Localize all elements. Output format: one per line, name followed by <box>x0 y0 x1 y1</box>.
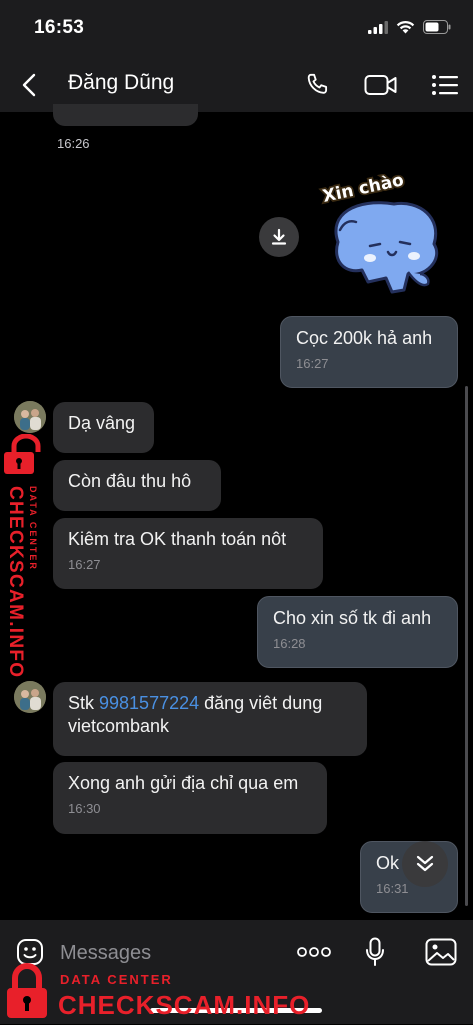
watermark-text: CHECKSCAM.INFO <box>5 486 26 679</box>
video-camera-icon <box>364 75 397 95</box>
wifi-icon <box>396 20 415 39</box>
watermark-subtext: DATA CENTER <box>28 486 38 571</box>
sticker[interactable]: Xin chào <box>316 168 448 304</box>
message-text: Cho xin số tk đi anh <box>273 608 432 628</box>
watermark-text: CHECKSCAM.INFO <box>58 990 311 1020</box>
scroll-to-bottom-button[interactable] <box>402 841 448 887</box>
message-text: Dạ vâng <box>68 413 136 433</box>
image-icon <box>425 938 457 966</box>
message-input[interactable] <box>60 939 280 967</box>
message-bubble-incoming[interactable] <box>53 104 198 126</box>
message-time: 16:30 <box>68 801 101 816</box>
gallery-button[interactable] <box>424 936 458 968</box>
message-text: Kiêm tra OK thanh toán nôt <box>68 529 287 549</box>
scrollbar[interactable] <box>465 386 468 906</box>
message-text-suffix: đăng viêt dung <box>199 693 323 713</box>
padlock-icon <box>4 962 50 1025</box>
download-icon <box>271 228 287 245</box>
signal-icon <box>368 20 388 39</box>
call-button[interactable] <box>300 68 336 102</box>
battery-icon <box>423 20 451 39</box>
status-time: 16:53 <box>34 17 85 38</box>
avatar[interactable] <box>14 681 46 713</box>
double-chevron-down-icon <box>416 855 434 872</box>
video-call-button[interactable] <box>363 68 399 102</box>
message-time: 16:27 <box>296 356 329 371</box>
message-text-prefix: Stk <box>68 693 100 713</box>
message-bubble-incoming[interactable]: Kiêm tra OK thanh toán nôt 16:27 <box>53 518 323 589</box>
message-time: 16:26 <box>57 136 90 151</box>
chevron-left-icon <box>22 73 36 97</box>
message-text: Cọc 200k hả anh <box>296 328 433 348</box>
avatar[interactable] <box>14 401 46 433</box>
more-dots-icon <box>297 947 331 957</box>
message-bubble-incoming[interactable]: Dạ vâng <box>53 402 154 453</box>
message-text-line2: vietcombank <box>68 716 170 736</box>
message-text: Còn đâu thu hô <box>68 471 192 491</box>
message-bubble-outgoing[interactable]: Cọc 200k hả anh 16:27 <box>280 316 458 388</box>
options-button[interactable] <box>427 68 463 102</box>
message-time: 16:28 <box>273 636 306 651</box>
status-icons <box>368 20 451 39</box>
message-bubble-outgoing[interactable]: Cho xin số tk đi anh 16:28 <box>257 596 458 668</box>
list-icon <box>432 75 458 95</box>
status-bar: 16:53 <box>0 0 473 58</box>
more-button[interactable] <box>296 940 332 964</box>
message-bubble-incoming[interactable]: Xong anh gửi địa chỉ qua em 16:30 <box>53 762 327 834</box>
message-text: Stk 9981577224 đăng viêt dung <box>68 692 352 715</box>
microphone-icon <box>366 937 384 966</box>
watermark-subtext: DATA CENTER <box>60 972 173 987</box>
back-button[interactable] <box>14 68 44 102</box>
voice-button[interactable] <box>362 934 388 970</box>
download-button[interactable] <box>259 217 299 257</box>
phone-icon <box>307 73 328 94</box>
message-time: 16:27 <box>68 557 101 572</box>
message-text: Xong anh gửi địa chỉ qua em <box>68 773 299 793</box>
account-number-link[interactable]: 9981577224 <box>99 693 199 713</box>
message-bubble-incoming[interactable]: Còn đâu thu hô <box>53 460 221 511</box>
sticker-caption: Xin chào <box>321 174 406 207</box>
message-bubble-incoming[interactable]: Stk 9981577224 đăng viêt dung vietcomban… <box>53 682 367 756</box>
contact-name[interactable]: Đăng Dũng <box>68 71 174 95</box>
padlock-icon <box>4 433 41 474</box>
